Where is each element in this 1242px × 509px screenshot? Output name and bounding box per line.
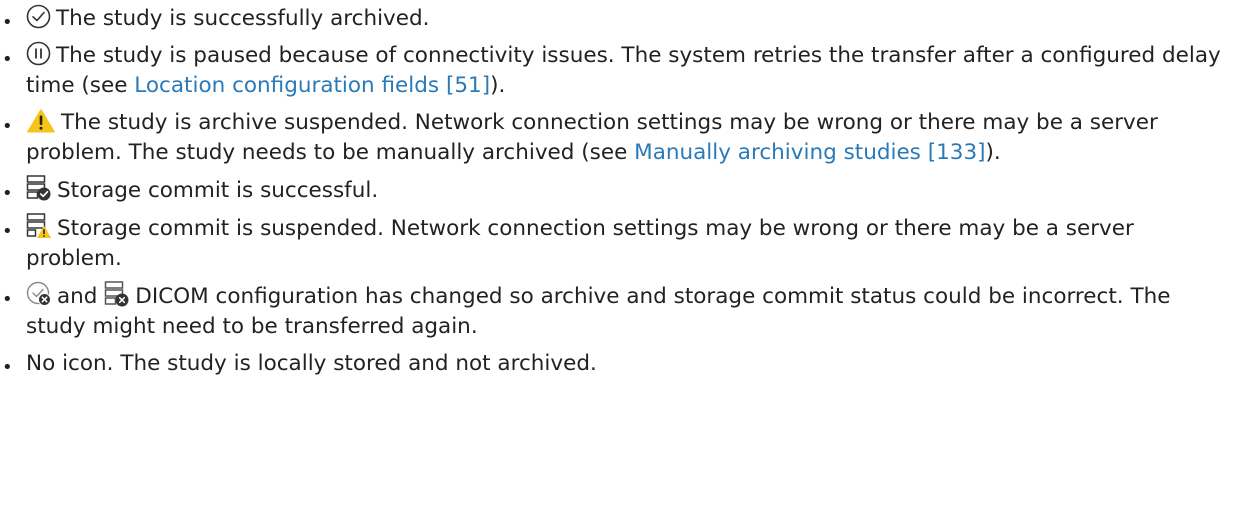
bullet: • (2, 183, 13, 204)
bullet: • (2, 289, 13, 310)
link-location-configuration-fields[interactable]: Location configuration fields [51] (134, 73, 490, 98)
conjunction-text: and (57, 284, 98, 309)
bullet: • (2, 221, 13, 242)
item-text: Storage commit is suspended. Network con… (26, 216, 1134, 271)
item-text: No icon. The study is locally stored and… (26, 351, 597, 376)
bullet: • (2, 116, 13, 137)
list-item-storage-commit-suspended: • Storage commit is suspended. Network c… (0, 213, 1226, 274)
storage-config-changed-icon (104, 281, 130, 307)
item-text: Storage commit is successful. (57, 178, 379, 203)
link-manually-archiving-studies[interactable]: Manually archiving studies [133] (634, 140, 985, 165)
list-item-archive-suspended: • The study is archive suspended. Networ… (0, 108, 1226, 168)
storage-commit-success-icon (26, 175, 52, 201)
bullet: • (2, 12, 13, 33)
list-item-config-changed: • and DICOM configuration has changed so… (0, 281, 1226, 342)
archived-check-icon (26, 4, 51, 29)
list-item-archived: • The study is successfully archived. (0, 4, 1226, 34)
bullet: • (2, 49, 13, 70)
item-text: DICOM configuration has changed so archi… (26, 284, 1171, 339)
status-icon-list: • The study is successfully archived. • … (0, 0, 1242, 379)
item-text: The study is successfully archived. (56, 6, 430, 31)
bullet: • (2, 357, 13, 378)
storage-commit-warning-icon (26, 213, 52, 239)
item-text-after: ). (985, 140, 1001, 165)
warning-icon (26, 108, 56, 133)
list-item-no-icon: • No icon. The study is locally stored a… (0, 349, 1226, 379)
item-text-after: ). (490, 73, 506, 98)
list-item-storage-commit-success: • Storage commit is successful. (0, 175, 1226, 206)
list-item-paused: • The study is paused because of connect… (0, 41, 1226, 101)
paused-icon (26, 41, 51, 66)
archive-config-changed-icon (26, 281, 52, 307)
